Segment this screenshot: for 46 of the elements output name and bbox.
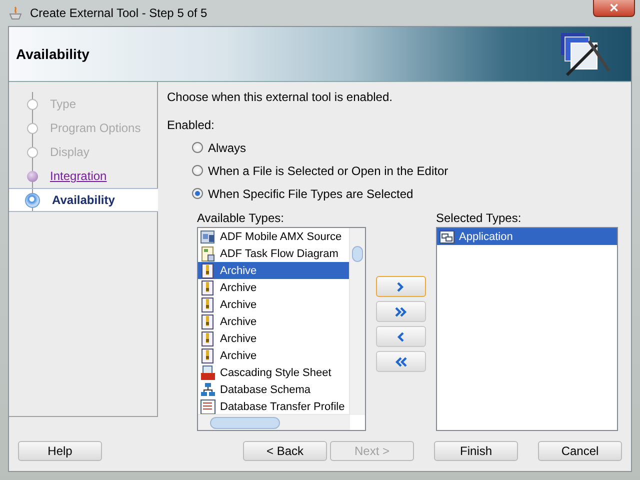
document-icon <box>200 398 216 414</box>
move-button[interactable] <box>376 351 426 372</box>
radio-option[interactable]: Always <box>192 136 631 159</box>
list-item[interactable]: ADF Mobile AMX Source <box>198 228 349 245</box>
window-title: Create External Tool - Step 5 of 5 <box>30 6 208 20</box>
archive-icon <box>200 330 216 346</box>
move-button[interactable] <box>376 326 426 347</box>
list-item[interactable]: Database Schema <box>198 381 349 398</box>
list-label: Available Types: <box>197 211 285 225</box>
archive-icon <box>200 314 216 330</box>
page-title: Availability <box>16 46 90 62</box>
diagram-icon <box>200 246 216 262</box>
archive-icon <box>200 262 216 278</box>
list-item[interactable]: Archive <box>198 296 349 313</box>
dialog-button[interactable]: < Back <box>243 441 327 461</box>
list-item[interactable]: Archive <box>198 330 349 347</box>
list-item[interactable]: ADF Task Flow Diagram <box>198 245 349 262</box>
section-label: Enabled: <box>167 118 216 134</box>
archive-icon <box>200 296 216 312</box>
list-item[interactable]: Archive <box>198 279 349 296</box>
dialog-button[interactable]: Finish <box>434 441 518 461</box>
dialog-button[interactable]: Help <box>18 441 102 461</box>
step-link[interactable]: Integration <box>50 169 107 183</box>
horizontal-scrollbar[interactable] <box>198 414 350 430</box>
description-text: Choose when this external tool is enabled. <box>167 90 394 106</box>
list-label: Selected Types: <box>436 211 522 225</box>
radio-option[interactable]: When a File is Selected or Open in the Editor <box>192 159 631 182</box>
double-chevron-right-icon <box>394 304 408 318</box>
list-item[interactable]: Archive <box>198 262 349 279</box>
dialog-button[interactable]: Cancel <box>538 441 622 461</box>
list-item[interactable]: Archive <box>198 313 349 330</box>
move-button[interactable] <box>376 276 426 297</box>
list-item[interactable]: Database Transfer Profile <box>198 398 349 415</box>
radio-option[interactable]: When Specific File Types are Selected <box>192 182 631 205</box>
move-button[interactable] <box>376 301 426 322</box>
vertical-scrollbar[interactable] <box>349 228 365 415</box>
list-item[interactable]: Archive <box>198 347 349 364</box>
cup-icon <box>8 5 24 21</box>
double-chevron-left-icon <box>394 354 408 368</box>
hierarchy-icon <box>200 382 216 398</box>
list-item[interactable]: Application <box>437 228 617 245</box>
archive-icon <box>200 280 216 296</box>
archive-icon <box>200 348 216 364</box>
stylesheet-icon <box>200 364 216 380</box>
mobile-page-icon <box>200 228 216 244</box>
list-item[interactable]: Cascading Style Sheet <box>198 364 349 381</box>
